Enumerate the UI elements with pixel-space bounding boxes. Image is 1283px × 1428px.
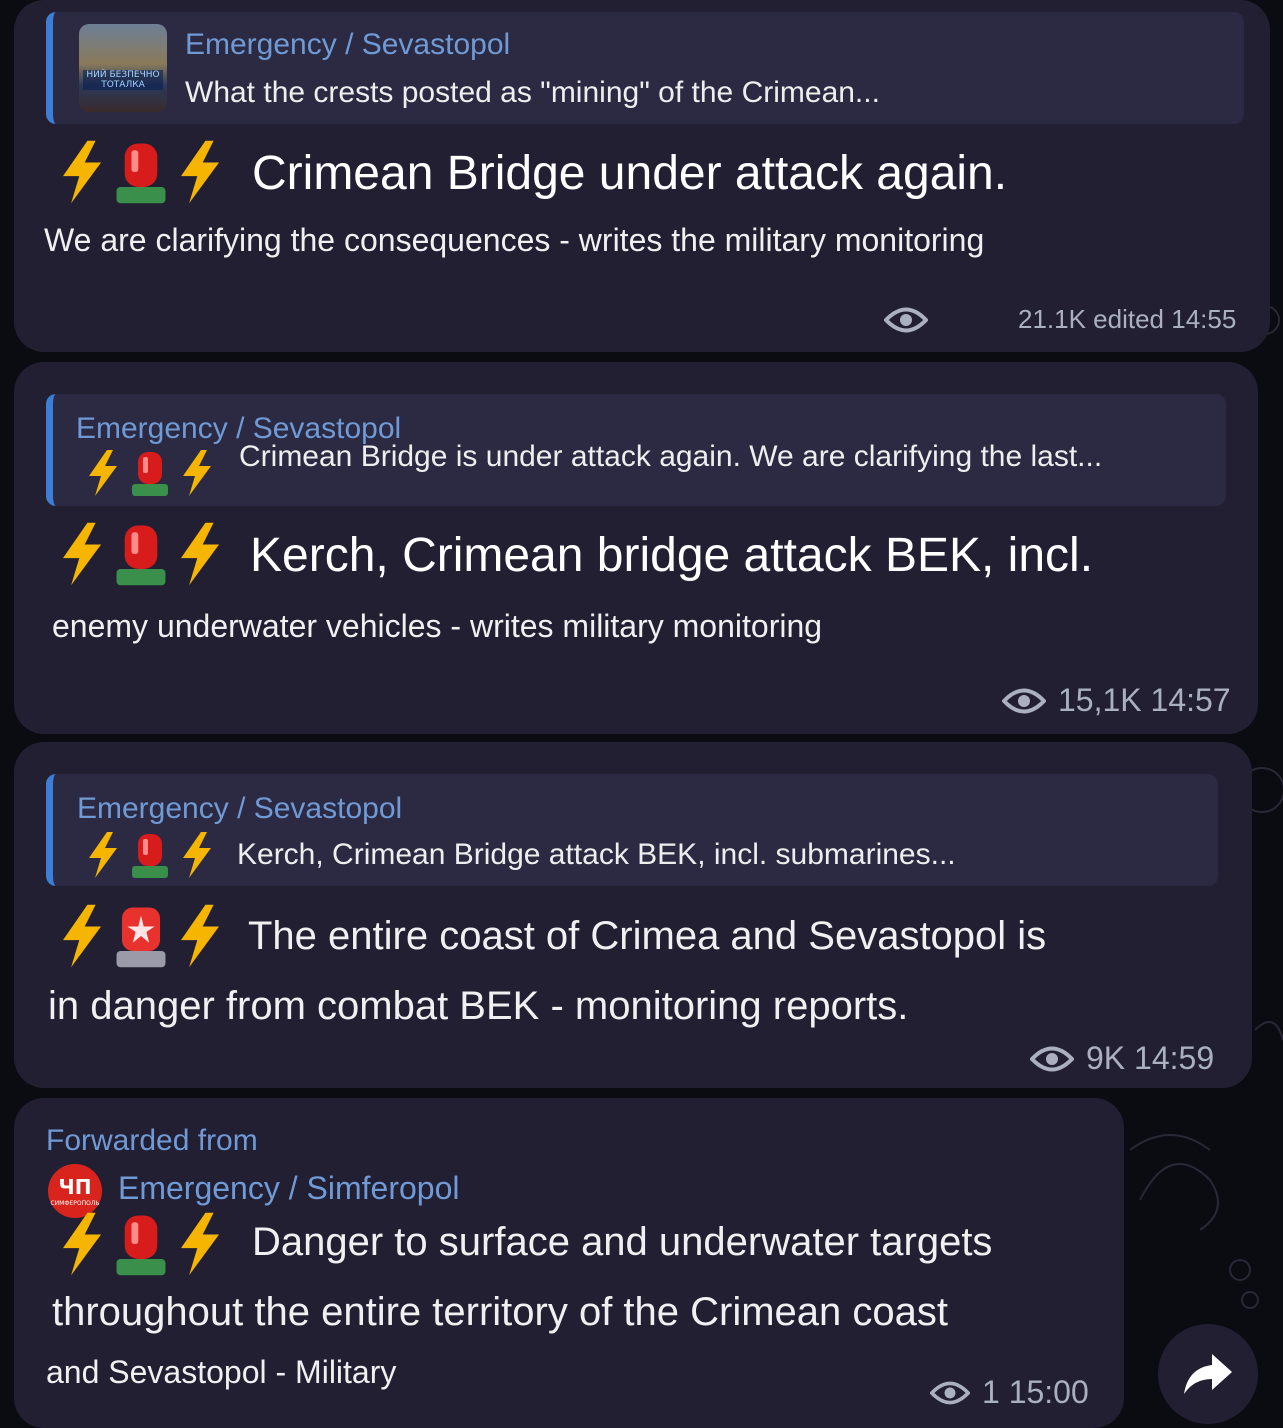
share-icon <box>1184 1354 1232 1394</box>
reply-emojis <box>83 830 217 880</box>
bolt-icon <box>62 904 102 968</box>
eye-icon <box>930 1381 970 1404</box>
message-meta: 15,1K 14:57 <box>1002 682 1231 719</box>
bolt-icon <box>89 450 117 496</box>
views-and-time: 21.1K edited 14:55 <box>1018 304 1237 334</box>
bolt-icon <box>183 450 211 496</box>
message-meta: 9K 14:59 <box>1030 1040 1214 1077</box>
reply-emojis <box>83 448 217 498</box>
reply-text: Kerch, Crimean Bridge attack BEK, incl. … <box>237 838 956 871</box>
reply-preview[interactable]: Emergency / Sevastopol Crimean Bridge is… <box>46 394 1226 506</box>
reply-thumbnail: НИЙ БЕЗПЕЧНО ТОТАЛКА <box>79 24 167 112</box>
reply-channel-name: Emergency / Sevastopol <box>185 28 511 61</box>
siren-icon <box>116 525 166 586</box>
siren-icon <box>116 143 166 204</box>
thumbnail-caption: НИЙ БЕЗПЕЧНО ТОТАЛКА <box>83 70 163 90</box>
message-body-line: throughout the entire territory of the C… <box>52 1290 949 1334</box>
reply-text: What the crests posted as "mining" of th… <box>185 76 880 109</box>
message-headline: Danger to surface and underwater targets <box>252 1220 993 1264</box>
message-bubble[interactable]: НИЙ БЕЗПЕЧНО ТОТАЛКА Emergency / Sevasto… <box>14 0 1270 352</box>
message-headline: Crimean Bridge under attack again. <box>252 147 1008 200</box>
views-and-time: 9K 14:59 <box>1086 1040 1215 1076</box>
alert-emojis <box>54 902 228 970</box>
reply-preview[interactable]: НИЙ БЕЗПЕЧНО ТОТАЛКА Emergency / Sevasto… <box>46 12 1244 124</box>
share-button[interactable] <box>1158 1324 1258 1424</box>
bolt-icon <box>180 1212 220 1276</box>
alert-emojis <box>54 138 228 206</box>
avatar-text: ЧП <box>58 1175 92 1199</box>
bolt-icon <box>180 904 220 968</box>
alert-emojis <box>54 1210 228 1278</box>
message-body: enemy underwater vehicles - writes milit… <box>52 608 823 644</box>
message-bubble[interactable]: Emergency / Sevastopol Crimean Bridge is… <box>14 362 1258 734</box>
forward-channel-name[interactable]: Emergency / Simferopol <box>118 1170 459 1207</box>
message-body: We are clarifying the consequences - wri… <box>44 222 985 258</box>
message-bubble[interactable]: Emergency / Sevastopol Kerch, Crimean Br… <box>14 742 1252 1088</box>
message-body: in danger from combat BEK - monitoring r… <box>48 984 909 1028</box>
reply-text: Crimean Bridge is under attack again. We… <box>239 440 1103 473</box>
views-and-time: 1 15:00 <box>982 1374 1089 1410</box>
avatar-subtext: СИМФЕРОПОЛЬ <box>50 1200 100 1207</box>
views-and-time: 15,1K 14:57 <box>1058 682 1231 718</box>
message-meta: 1 15:00 <box>930 1374 1089 1411</box>
bolt-icon <box>62 1212 102 1276</box>
eye-icon <box>1002 688 1046 713</box>
reply-channel-name: Emergency / Sevastopol <box>77 792 403 825</box>
message-body-line: and Sevastopol - Military <box>46 1354 397 1390</box>
message-bubble[interactable]: Forwarded from ЧП СИМФЕРОПОЛЬ Emergency … <box>14 1098 1124 1428</box>
bolt-icon <box>183 832 211 878</box>
bolt-icon <box>89 832 117 878</box>
reply-preview[interactable]: Emergency / Sevastopol Kerch, Crimean Br… <box>46 774 1218 886</box>
siren-icon <box>132 834 168 878</box>
siren-icon <box>116 907 166 968</box>
message-meta: 21.1K edited 14:55 <box>884 304 1236 335</box>
bolt-icon <box>180 522 220 586</box>
siren-icon <box>116 1215 166 1276</box>
message-headline: Kerch, Crimean bridge attack BEK, incl. <box>250 529 1094 582</box>
alert-emojis <box>54 520 228 588</box>
forwarded-label: Forwarded from <box>46 1124 258 1157</box>
eye-icon <box>1030 1046 1074 1071</box>
siren-icon <box>132 452 168 496</box>
message-headline: The entire coast of Crimea and Sevastopo… <box>248 914 1047 958</box>
bolt-icon <box>62 522 102 586</box>
bolt-icon <box>180 140 220 204</box>
bolt-icon <box>62 140 102 204</box>
eye-icon <box>884 307 928 332</box>
